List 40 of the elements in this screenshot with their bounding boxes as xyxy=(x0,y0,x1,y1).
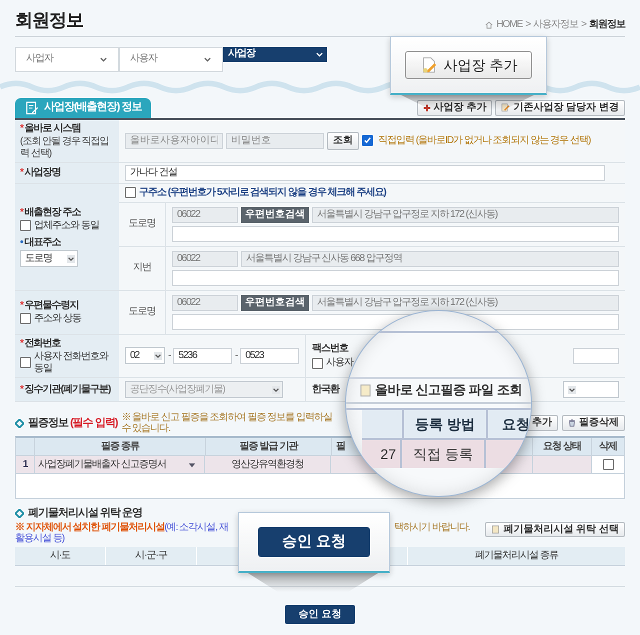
column-header: 등록 방법 xyxy=(404,410,488,438)
checkbox-label: 직접입력 (올바로ID가 없거나 조회되지 않는 경우 선택) xyxy=(378,135,590,147)
table-cell: 27 xyxy=(362,440,402,468)
field-label: • 대표주소 xyxy=(20,236,62,248)
checkbox-label: 사용자 xyxy=(326,357,353,369)
notice-text: ※ 올바로 신고 필증을 조회하여 필증 정보를 입력하실 수 있습니다. xyxy=(121,412,333,434)
notice-text: ※ 지자체에서 설치한 폐기물처리시설(예: 소각시설, 재활용시설 등) xyxy=(15,522,229,544)
field-label: * 사업장명 xyxy=(20,167,62,179)
field-label: 팩스번호 xyxy=(312,342,350,354)
address-type-label: 지번 xyxy=(119,246,166,290)
field-label: * 올바로 시스템 xyxy=(20,122,82,134)
address-type-label: 도로명 xyxy=(119,202,166,246)
page-title: 회원정보 xyxy=(15,10,83,31)
checkbox-label: 업체주소와 동일 xyxy=(34,220,99,232)
checkbox-label: 주소와 상동 xyxy=(34,313,81,325)
column-header: 시·도 xyxy=(15,546,106,565)
field-note: (조회 안될 경우 직접입력 선택) xyxy=(20,136,110,160)
separator-text: - xyxy=(235,350,238,362)
row-number: 1 xyxy=(16,456,35,474)
section-title: 사업장(배출현장) 정보 xyxy=(44,101,142,114)
column-header: 폐기물처리시설 종류 xyxy=(474,549,560,564)
section-heading: 폐기물처리시설 위탁 운영 xyxy=(28,507,142,520)
breadcrumb-separator: > xyxy=(525,19,530,31)
field-label: * 징수기관(폐기물구분) xyxy=(20,384,112,396)
separator-text: - xyxy=(168,350,170,362)
field-label: * 우편물수령지 xyxy=(20,300,80,312)
column-header: 필증 종류 xyxy=(35,438,206,456)
table-cell: 영산강유역환경청 xyxy=(205,456,331,474)
table-cell: 직접 등록 xyxy=(402,440,486,468)
field-label: * 전화번호 xyxy=(20,338,62,350)
checkbox-label: 사용자 전화번호와 동일 xyxy=(34,351,110,374)
address-type-label: 도로명 xyxy=(119,290,166,334)
checkbox-label: 구주소 (우편번호가 5자리로 검색되지 않을 경우 체크해 주세요) xyxy=(139,187,386,199)
field-label: 한국환 xyxy=(312,384,339,396)
breadcrumb-separator: > xyxy=(581,19,586,31)
column-header: 시·군·구 xyxy=(106,546,197,565)
column-header: 필증 발급 기관 xyxy=(206,438,332,456)
field-label: * 배출현장 주소 xyxy=(20,206,82,218)
notice-text: 택하시기 바랍니다. xyxy=(394,522,470,534)
section-heading: 필증정보 (필수 입력) xyxy=(28,416,118,430)
